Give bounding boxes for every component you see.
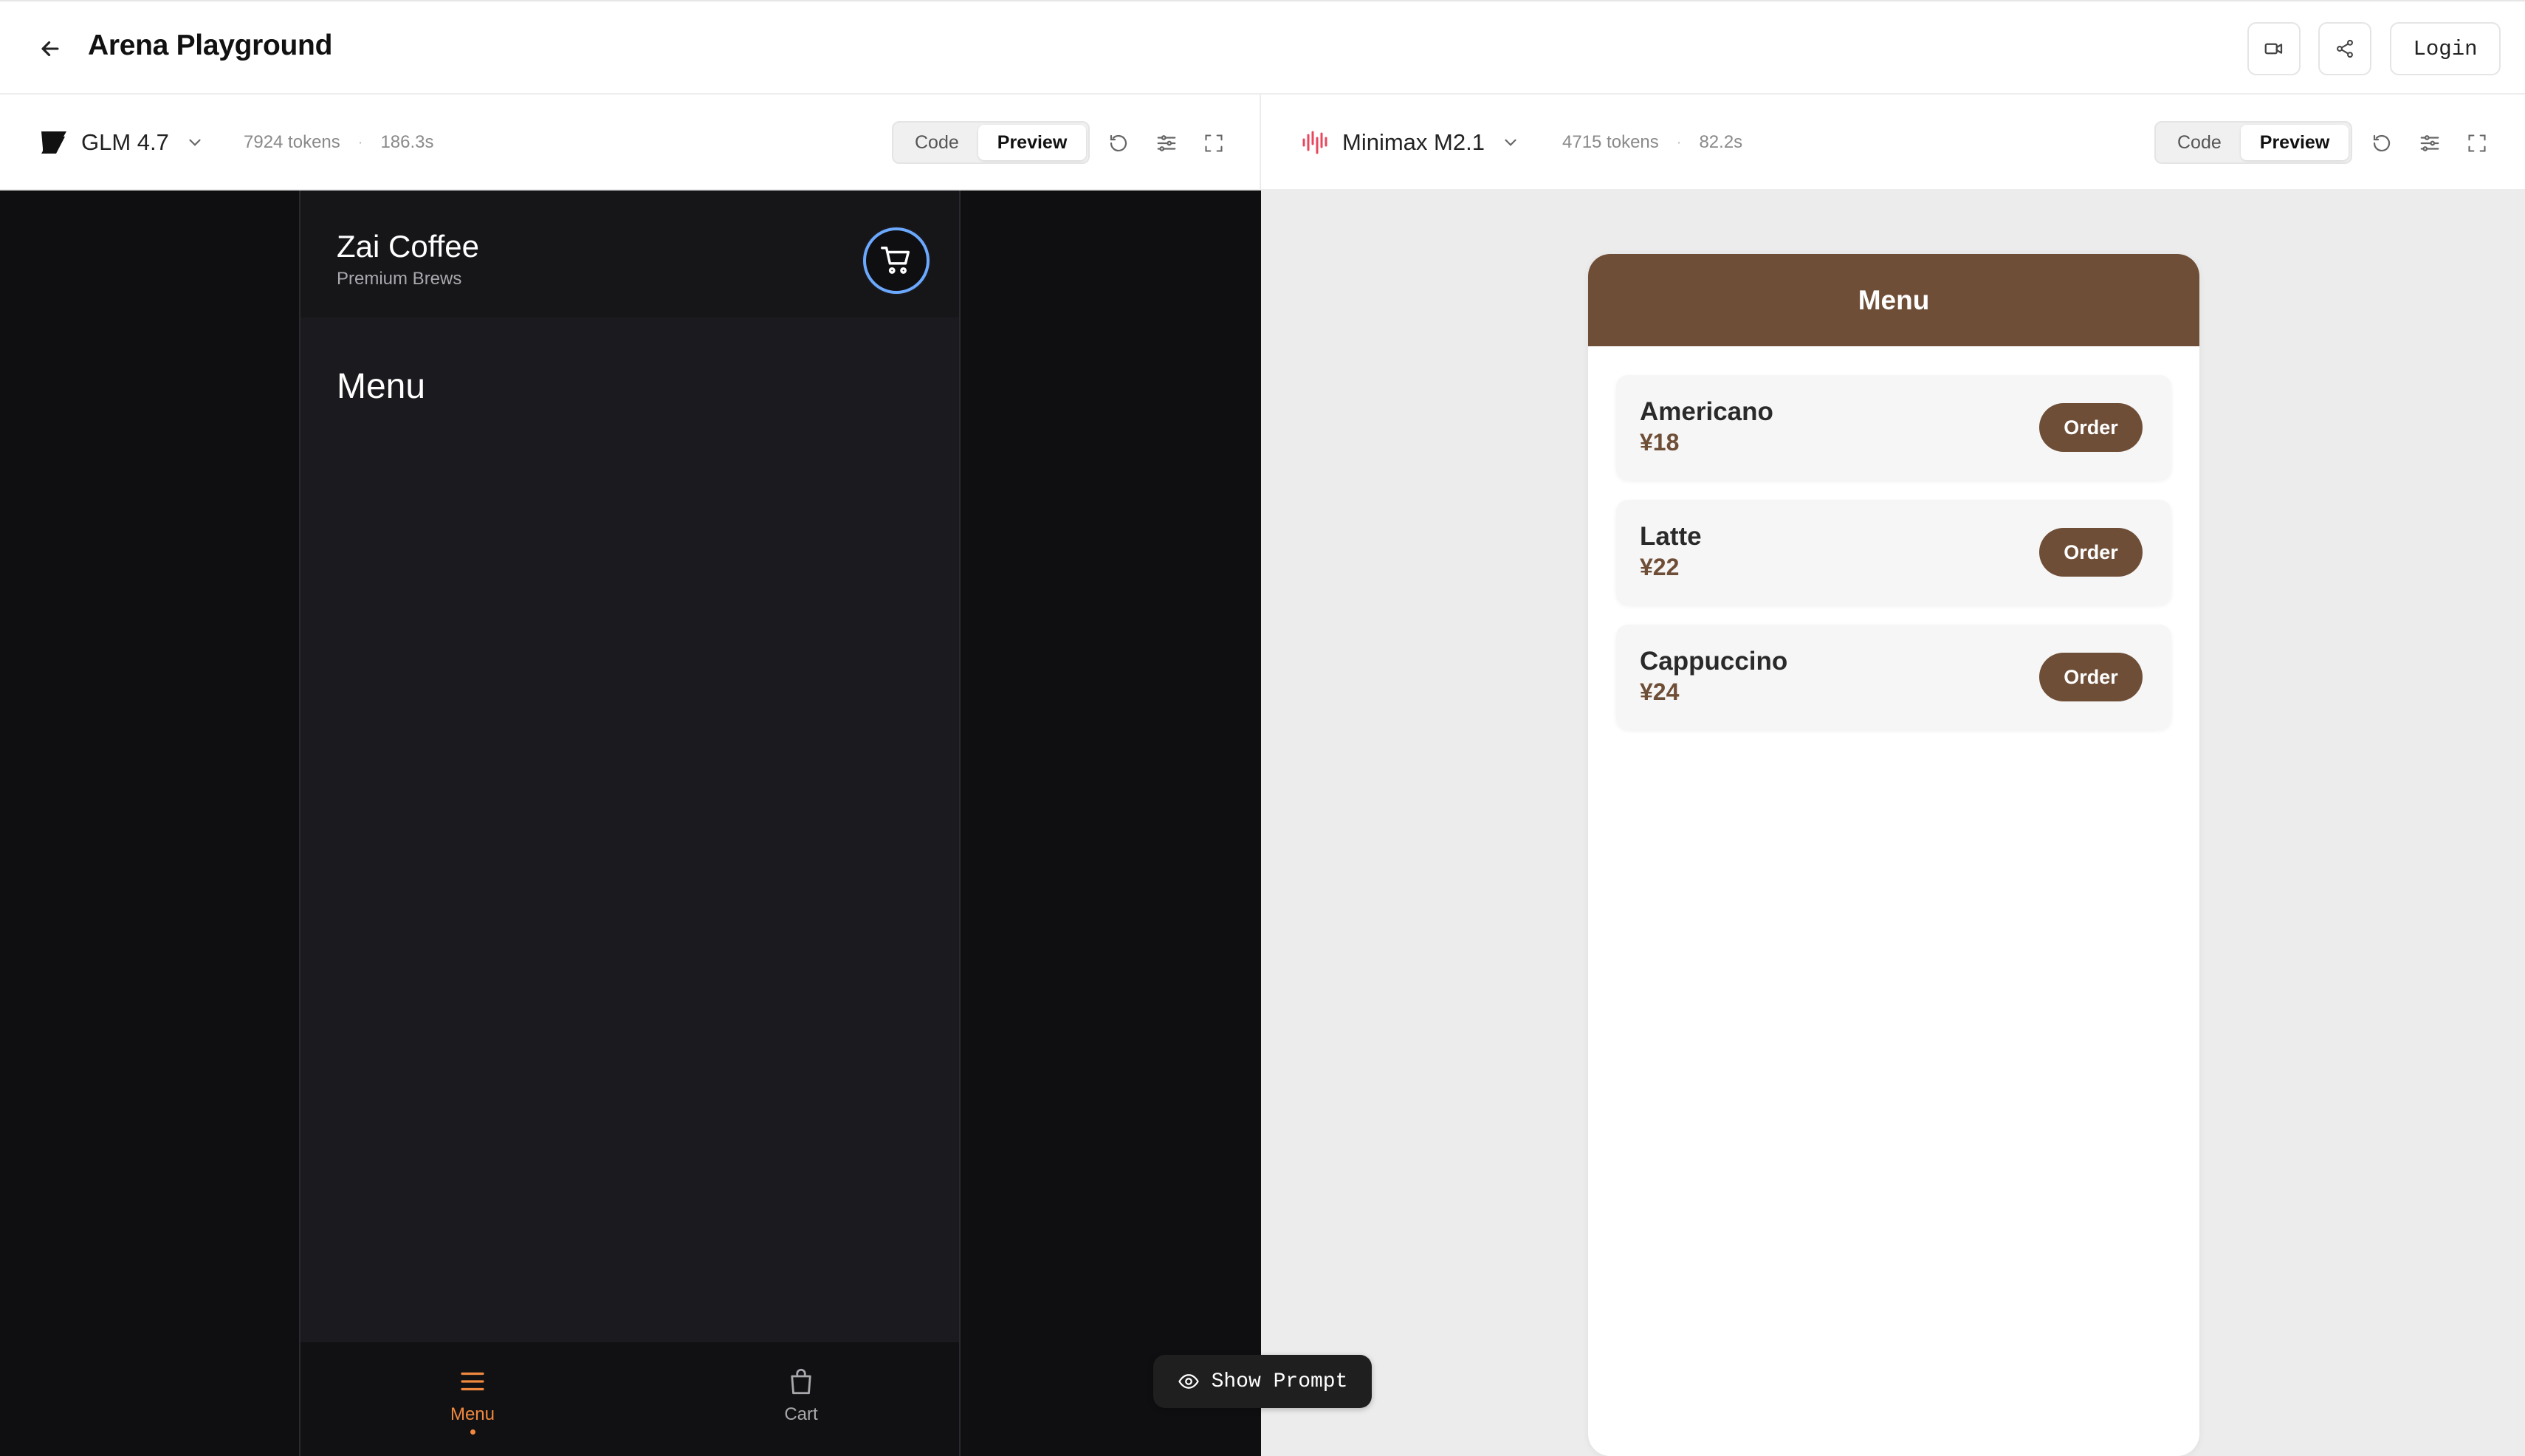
right-token-count: 4715 tokens bbox=[1562, 132, 1659, 152]
back-button[interactable] bbox=[32, 31, 68, 66]
right-model-selector[interactable]: Minimax M2.1 bbox=[1301, 124, 1520, 161]
right-view-toggle: Code Preview bbox=[2154, 121, 2353, 164]
shopping-cart-icon bbox=[881, 247, 910, 274]
right-fullscreen-button[interactable] bbox=[2462, 128, 2492, 158]
sliders-icon bbox=[1157, 135, 1176, 151]
bottom-nav: Menu Cart bbox=[300, 1342, 959, 1456]
left-panel-toolbar: GLM 4.7 7924 tokens · 186.3s Code Previe… bbox=[0, 95, 1261, 190]
minimax-logo-icon bbox=[1302, 131, 1327, 154]
cart-button[interactable] bbox=[863, 227, 930, 294]
refresh-icon bbox=[1110, 134, 1127, 152]
show-prompt-label: Show Prompt bbox=[1211, 1370, 1348, 1393]
left-preview-area: Zai Coffee Premium Brews Menu Menu Cart bbox=[0, 190, 1261, 1456]
right-code-tab[interactable]: Code bbox=[2158, 125, 2241, 160]
nav-menu-label: Menu bbox=[450, 1404, 495, 1424]
nav-cart[interactable]: Cart bbox=[749, 1366, 853, 1447]
refresh-icon bbox=[2373, 134, 2391, 152]
video-icon bbox=[2264, 43, 2283, 55]
left-view-toggle: Code Preview bbox=[892, 121, 1090, 164]
right-settings-button[interactable] bbox=[2415, 128, 2445, 158]
fullscreen-icon bbox=[2468, 134, 2486, 152]
left-settings-button[interactable] bbox=[1152, 128, 1181, 158]
app-header: Menu bbox=[1588, 254, 2199, 346]
menu-item: Latte ¥22 Order bbox=[1616, 500, 2171, 605]
menu-item: Americano ¥18 Order bbox=[1616, 375, 2171, 480]
menu-item: Cappuccino ¥24 Order bbox=[1616, 625, 2171, 729]
order-button[interactable]: Order bbox=[2039, 653, 2143, 701]
left-refresh-button[interactable] bbox=[1104, 128, 1133, 158]
left-model-meta: 7924 tokens · 186.3s bbox=[244, 132, 434, 153]
app-header: Zai Coffee Premium Brews bbox=[300, 190, 959, 317]
item-price: ¥24 bbox=[1640, 679, 1680, 705]
meta-separator: · bbox=[1676, 134, 1682, 151]
right-elapsed-time: 82.2s bbox=[1699, 132, 1743, 152]
item-name: Americano bbox=[1640, 397, 1773, 426]
order-button[interactable]: Order bbox=[2039, 403, 2143, 452]
show-prompt-button[interactable]: Show Prompt bbox=[1153, 1355, 1372, 1408]
right-model-name: Minimax M2.1 bbox=[1342, 129, 1485, 155]
left-model-name: GLM 4.7 bbox=[81, 129, 169, 155]
item-price: ¥18 bbox=[1640, 429, 1680, 456]
hamburger-menu-icon bbox=[461, 1372, 484, 1391]
order-button[interactable]: Order bbox=[2039, 528, 2143, 577]
item-price: ¥22 bbox=[1640, 554, 1680, 580]
item-name: Cappuccino bbox=[1640, 647, 1788, 676]
share-button[interactable] bbox=[2318, 22, 2371, 75]
chevron-down-icon bbox=[1505, 139, 1516, 146]
eye-icon bbox=[1178, 1374, 1199, 1389]
left-preview-tab[interactable]: Preview bbox=[978, 125, 1087, 160]
shop-name: Zai Coffee bbox=[337, 229, 479, 264]
zhipu-logo-icon bbox=[41, 131, 66, 154]
right-preview-tab[interactable]: Preview bbox=[2240, 125, 2349, 160]
active-indicator-dot bbox=[470, 1429, 475, 1435]
shop-subtitle: Premium Brews bbox=[337, 269, 462, 289]
meta-separator: · bbox=[357, 134, 363, 151]
top-bar: Arena Playground Login bbox=[0, 0, 2525, 95]
fullscreen-icon bbox=[1205, 134, 1223, 152]
page-title: Arena Playground bbox=[88, 30, 333, 61]
right-panel-toolbar: Minimax M2.1 4715 tokens · 82.2s Code Pr… bbox=[1261, 95, 2525, 190]
nav-menu[interactable]: Menu bbox=[421, 1366, 524, 1447]
zai-coffee-app: Zai Coffee Premium Brews Menu Menu Cart bbox=[299, 190, 961, 1456]
sliders-icon bbox=[2420, 135, 2439, 151]
right-model-meta: 4715 tokens · 82.2s bbox=[1562, 132, 1742, 153]
arrow-left-icon bbox=[41, 41, 59, 57]
chevron-down-icon bbox=[189, 139, 201, 146]
left-model-selector[interactable]: GLM 4.7 bbox=[40, 124, 205, 161]
right-preview-area: Menu Americano ¥18 Order Latte ¥22 Order… bbox=[1261, 190, 2525, 1456]
coffee-menu-app: Menu Americano ¥18 Order Latte ¥22 Order… bbox=[1588, 254, 2199, 1456]
header-title: Menu bbox=[1858, 284, 1930, 315]
item-name: Latte bbox=[1640, 522, 1702, 551]
menu-heading: Menu bbox=[337, 367, 426, 406]
shopping-bag-icon bbox=[791, 1368, 811, 1395]
left-code-tab[interactable]: Code bbox=[896, 125, 978, 160]
right-refresh-button[interactable] bbox=[2367, 128, 2397, 158]
record-button[interactable] bbox=[2247, 22, 2301, 75]
left-fullscreen-button[interactable] bbox=[1199, 128, 1229, 158]
nav-cart-label: Cart bbox=[784, 1404, 818, 1424]
share-icon bbox=[2337, 39, 2353, 58]
left-elapsed-time: 186.3s bbox=[380, 132, 434, 152]
login-button[interactable]: Login bbox=[2390, 22, 2501, 75]
left-token-count: 7924 tokens bbox=[244, 132, 340, 152]
